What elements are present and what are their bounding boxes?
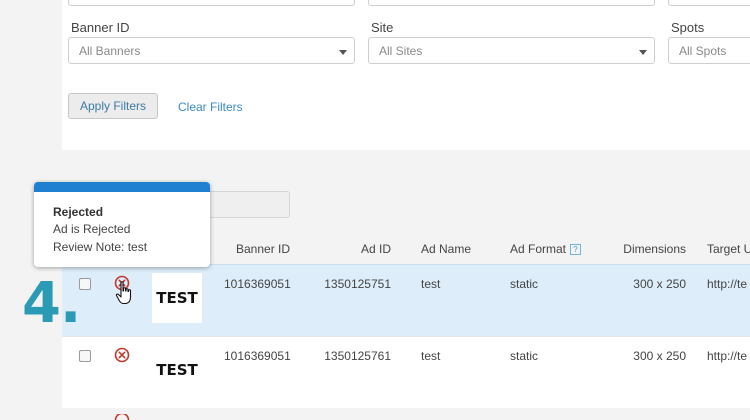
header-banner-id[interactable]: Banner ID <box>236 242 290 256</box>
status-tooltip: Rejected Ad is Rejected Review Note: tes… <box>34 182 210 267</box>
header-ad-id[interactable]: Ad ID <box>331 242 391 256</box>
site-select[interactable]: All Sites <box>368 37 655 64</box>
ad-format-cell: static <box>510 349 539 363</box>
spots-value: All Spots <box>679 44 727 58</box>
help-icon[interactable]: ? <box>570 244 582 255</box>
banner-id-cell: 1016369051 <box>224 277 291 291</box>
filter-input-stub-2[interactable] <box>368 0 655 6</box>
step-marker: 4. <box>22 271 81 336</box>
ad-name-cell: test <box>421 349 441 363</box>
ad-thumbnail[interactable]: TEST <box>152 273 202 323</box>
ad-id-cell: 1350125761 <box>324 349 391 363</box>
table-row[interactable]: TEST 1016369051 1350125761 test static 3… <box>62 336 750 408</box>
header-dimensions[interactable]: Dimensions <box>606 242 686 256</box>
ad-thumbnail[interactable]: TEST <box>152 345 202 395</box>
x-circle-icon[interactable] <box>114 414 130 420</box>
x-circle-icon[interactable] <box>114 347 130 363</box>
clear-filters-link[interactable]: Clear Filters <box>178 100 243 114</box>
chevron-down-icon <box>339 50 347 55</box>
apply-filters-button[interactable]: Apply Filters <box>68 93 158 119</box>
filter-input-stub-1[interactable] <box>68 0 355 6</box>
banner-id-label: Banner ID <box>71 20 130 35</box>
header-ad-format-label: Ad Format <box>510 242 567 256</box>
table-row[interactable]: TEST 1016369051 1350125751 test static 3… <box>62 264 750 336</box>
site-value: All Sites <box>379 44 423 58</box>
tooltip-accent-bar <box>34 182 210 192</box>
ad-name-cell: test <box>421 277 441 291</box>
target-url-cell[interactable]: http://te <box>707 349 747 363</box>
ad-format-cell: static <box>510 277 539 291</box>
chevron-down-icon <box>639 50 647 55</box>
tooltip-title: Rejected <box>53 205 104 219</box>
filter-panel <box>62 0 750 150</box>
banner-id-cell: 1016369051 <box>224 349 291 363</box>
header-target-url[interactable]: Target U <box>707 242 750 256</box>
banner-id-select[interactable]: All Banners <box>68 37 355 64</box>
ad-id-cell: 1350125751 <box>324 277 391 291</box>
spots-select[interactable]: All Spots <box>668 37 750 64</box>
tooltip-review-note: Review Note: test <box>53 240 148 254</box>
banner-id-value: All Banners <box>79 44 141 58</box>
row-checkbox[interactable] <box>79 278 91 290</box>
spots-label: Spots <box>671 20 705 35</box>
site-label: Site <box>371 20 394 35</box>
target-url-cell[interactable]: http://te <box>707 277 747 291</box>
header-ad-name[interactable]: Ad Name <box>421 242 471 256</box>
row-checkbox[interactable] <box>79 350 91 362</box>
tooltip-status-text: Ad is Rejected <box>53 222 131 236</box>
dimensions-cell: 300 x 250 <box>633 349 686 363</box>
filter-input-stub-3[interactable] <box>668 0 750 6</box>
dimensions-cell: 300 x 250 <box>633 277 686 291</box>
header-ad-format[interactable]: Ad Format? <box>510 242 582 256</box>
hand-pointer-icon <box>115 281 132 305</box>
